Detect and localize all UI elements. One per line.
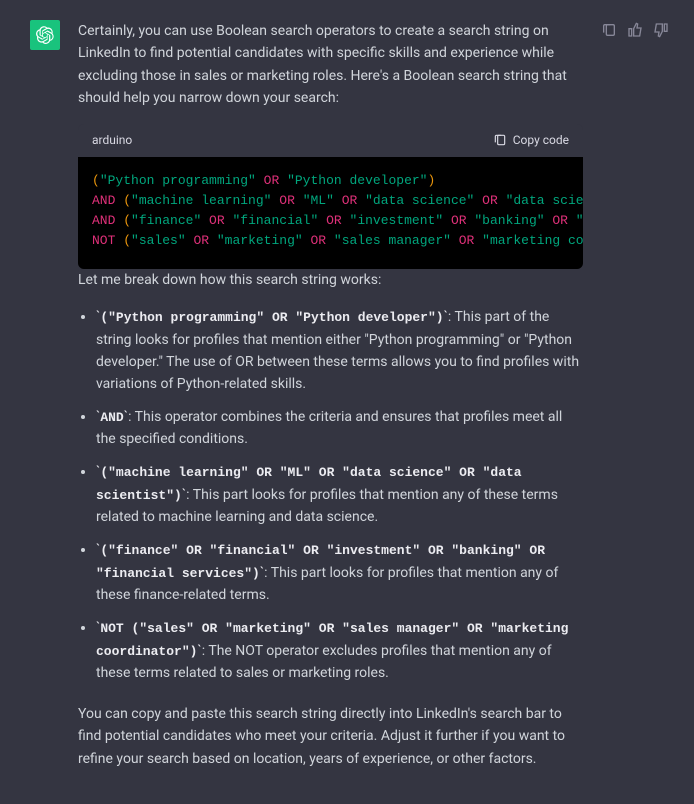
clipboard-icon [493,133,507,147]
message-actions [601,22,669,784]
list-item: `("finance" OR "financial" OR "investmen… [96,539,583,607]
assistant-avatar [30,20,60,50]
code-block: arduino Copy code ("Python programming" … [78,124,583,270]
outro-paragraph: You can copy and paste this search strin… [78,703,583,770]
message-content: Certainly, you can use Boolean search op… [78,20,583,784]
breakdown-intro: Let me break down how this search string… [78,269,583,291]
thumbs-up-icon[interactable] [627,22,643,38]
clipboard-icon[interactable] [601,22,617,38]
code-language-label: arduino [92,131,132,150]
list-item: `("Python programming" OR "Python develo… [96,306,583,396]
list-item: `("machine learning" OR "ML" OR "data sc… [96,461,583,529]
copy-code-button[interactable]: Copy code [493,131,569,150]
copy-code-label: Copy code [513,131,569,150]
chatgpt-logo-icon [36,26,54,44]
list-item: `NOT ("sales" OR "marketing" OR "sales m… [96,617,583,685]
thumbs-down-icon[interactable] [653,22,669,38]
breakdown-list: `("Python programming" OR "Python develo… [78,306,583,685]
intro-paragraph: Certainly, you can use Boolean search op… [78,20,583,110]
assistant-message: Certainly, you can use Boolean search op… [0,0,694,804]
code-block-header: arduino Copy code [78,124,583,157]
list-item: `AND`: This operator combines the criter… [96,406,583,451]
code-content[interactable]: ("Python programming" OR "Python develop… [78,157,583,270]
